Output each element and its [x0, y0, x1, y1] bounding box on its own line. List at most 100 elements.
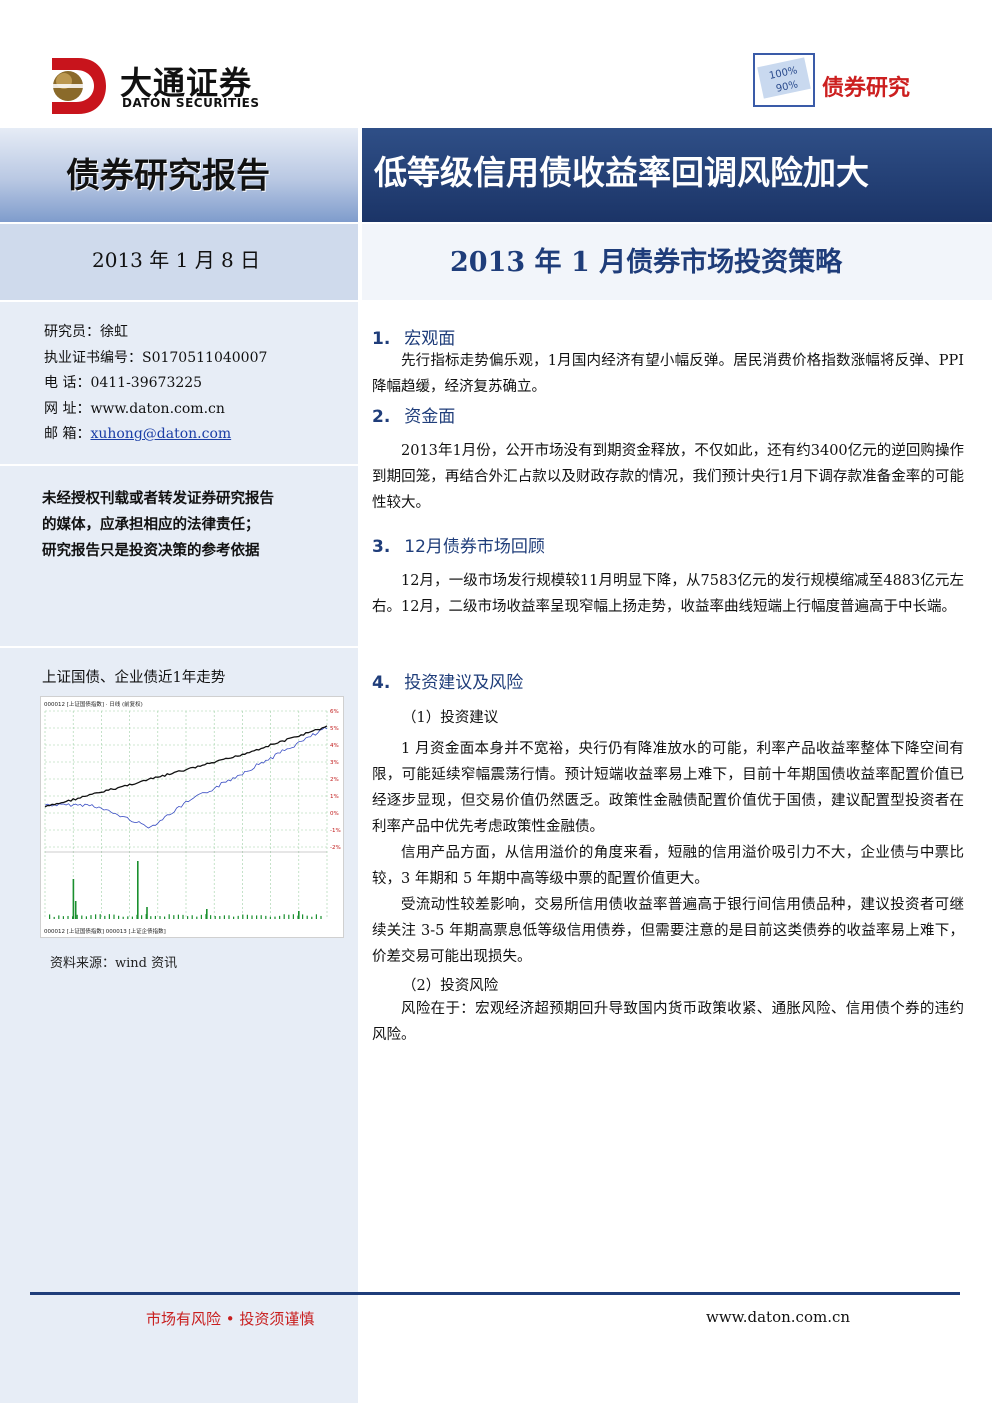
chart-tick-label: 6% [330, 709, 339, 715]
chart-volume-bar [200, 914, 202, 919]
chart-volume-bar [154, 915, 156, 919]
paragraph: 先行指标走势偏乐观，1月国内经济有望小幅反弹。居民消费价格指数涨幅将反弹、PPI… [372, 353, 964, 395]
report-date: 2013 年 1 月 8 日 [92, 248, 261, 272]
chart-volume-bar [99, 914, 101, 919]
chart-volume-bar [159, 916, 161, 919]
date-panel: 2013 年 1 月 8 日 [0, 224, 358, 300]
section-heading-review: 3. 12月债券市场回顾 [372, 532, 545, 557]
report-title: 低等级信用债收益率回调风险加大 [374, 153, 869, 192]
bond-research-label: 债券研究 [822, 76, 911, 101]
chart-volume-bar [251, 915, 253, 919]
chart-volume-bar [187, 916, 189, 919]
chart-volume-bar [210, 915, 212, 919]
sidebar-divider [0, 646, 358, 648]
paragraph: 12月，一级市场发行规模较11月明显下降，从7583亿元的发行规模缩减至4883… [372, 573, 964, 615]
analyst-name: 研究员：徐虹 [44, 324, 128, 340]
chart-bottom-label: 000012 [上证国债指数] 000013 [上证企债指数] [44, 927, 166, 935]
sidebar: 研究员：徐虹 执业证书编号：S0170511040007 电 话：0411-39… [0, 302, 358, 1403]
section-title: 投资建议及风险 [404, 673, 524, 693]
chart-volume-bar [146, 907, 148, 919]
chart-volume-bar [302, 914, 304, 919]
chart-volume-bar [58, 915, 60, 919]
page-header: 大通证券 DATON SECURITIES 100% 90% 债券研究 [0, 0, 992, 124]
chart-tick-label: 0% [330, 811, 339, 817]
chart-volume-bar [49, 914, 51, 919]
chart-volume-bar [214, 915, 216, 919]
chart-volume-bar [206, 909, 208, 919]
chart-volume-bar [265, 915, 267, 919]
chart-volume-bar [62, 916, 64, 919]
section-heading-macro: 1. 宏观面 [372, 324, 455, 349]
section-heading-liquidity: 2. 资金面 [372, 402, 455, 427]
email-link[interactable]: xuhong@daton.com [90, 426, 231, 442]
company-name-en: DATON SECURITIES [122, 96, 260, 110]
subtitle-banner: 2013 年 1 月 8 日 2013 年 1 月债券市场投资策略 [0, 224, 992, 300]
chart-volume-bar [53, 916, 55, 919]
chart-series-line [44, 725, 328, 808]
chart-volume-bar [122, 916, 124, 919]
sidebar-divider [0, 464, 358, 466]
chart-volume-bar [288, 914, 290, 919]
report-title-panel: 低等级信用债收益率回调风险加大 [362, 128, 992, 222]
daton-logo-icon [52, 58, 106, 114]
chart-volume-bar [320, 915, 322, 919]
strategy-panel: 2013 年 1 月债券市场投资策略 [362, 224, 992, 300]
chart-volume-bar [74, 901, 77, 919]
phone: 电 话：0411-39673225 [44, 375, 203, 391]
chart-volume-bar [137, 861, 139, 919]
chart-volume-bar [127, 916, 129, 919]
paragraph: 风险在于：宏观经济超预期回升导致国内货币政策收紧、通胀风险、信用债个券的违约风险… [372, 1001, 964, 1043]
chart-title: 上证国债、企业债近1年走势 [42, 670, 226, 686]
chart-volume-bar [173, 915, 175, 919]
section-title: 12月债券市场回顾 [404, 537, 545, 557]
chart-volume-bar [246, 914, 248, 919]
chart-volume-bar [67, 915, 69, 919]
section-heading-advice: 4. 投资建议及风险 [372, 668, 523, 693]
chart-volume-bar [223, 915, 225, 919]
chart-volume-bar [164, 916, 166, 919]
chart-volume-bar [108, 914, 110, 919]
subsection-heading: （1）投资建议 [402, 710, 499, 726]
strategy-title: 2013 年 1 月债券市场投资策略 [450, 247, 843, 278]
warning-line-3: 研究报告只是投资决策的参考依据 [42, 543, 260, 559]
chart-source: 资料来源：wind 资讯 [50, 956, 178, 971]
chart-volume-bar [150, 916, 152, 919]
footer-divider [30, 1292, 960, 1295]
legal-warning: 未经授权刊载或者转发证券研究报告 的媒体，应承担相应的法律责任； 研究报告只是投… [42, 486, 274, 564]
report-type-title: 债券研究报告 [66, 156, 270, 196]
chart-volume-bar [177, 914, 179, 919]
chart-top-label: 000012 [上证国债指数] · 日线 (前复权) [44, 700, 143, 708]
chart-volume-bar [85, 916, 87, 919]
chart-volume-bar [237, 915, 239, 919]
chart-volume-bar [168, 914, 170, 919]
chart-volume-bar [292, 914, 294, 919]
footer-website[interactable]: www.daton.com.cn [706, 1308, 850, 1326]
bond-index-chart: 000012 [上证国债指数] · 日线 (前复权) 000012 [上证国债指… [40, 696, 344, 938]
chart-volume-bar [306, 915, 308, 919]
paragraph: 2013年1月份，公开市场没有到期资金释放，不仅如此，还有约3400亿元的逆回购… [372, 443, 964, 511]
chart-volume-bar [274, 916, 276, 919]
chart-volume-bar [260, 915, 262, 919]
chart-tick-label: 1% [330, 794, 339, 800]
chart-volume-bar [283, 914, 285, 919]
section-title: 宏观面 [404, 329, 456, 349]
website: 网 址：www.daton.com.cn [44, 400, 225, 417]
section-number: 1. [372, 329, 391, 349]
chart-volume-bar [228, 915, 230, 919]
chart-tick-label: 4% [330, 743, 339, 749]
chart-volume-bar [315, 914, 317, 919]
chart-volume-bar [113, 914, 115, 919]
chart-volume-bar [219, 915, 221, 919]
chart-volume-bar [298, 911, 300, 919]
warning-line-2: 的媒体，应承担相应的法律责任； [42, 517, 260, 533]
paragraph: 1 月资金面本身并不宽裕，央行仍有降准放水的可能，利率产品收益率整体下降空间有限… [372, 741, 964, 835]
paragraph: 信用产品方面，从信用溢价的角度来看，短融的信用溢价吸引力不大，企业债与中票比较，… [372, 845, 964, 887]
chart-volume-bar [95, 914, 97, 919]
paragraph: 受流动性较差影响，交易所信用债收益率普遍高于银行间信用债品种，建议投资者可继续关… [372, 897, 964, 965]
chart-tick-label: -2% [330, 845, 341, 851]
chart-volume-bar [182, 914, 184, 919]
report-type-panel: 债券研究报告 [0, 128, 358, 222]
chart-volume-bar [269, 916, 271, 919]
risk-notice: 市场有风险 • 投资须谨慎 [146, 1310, 315, 1328]
research-badge-icon: 100% 90% [753, 53, 815, 107]
